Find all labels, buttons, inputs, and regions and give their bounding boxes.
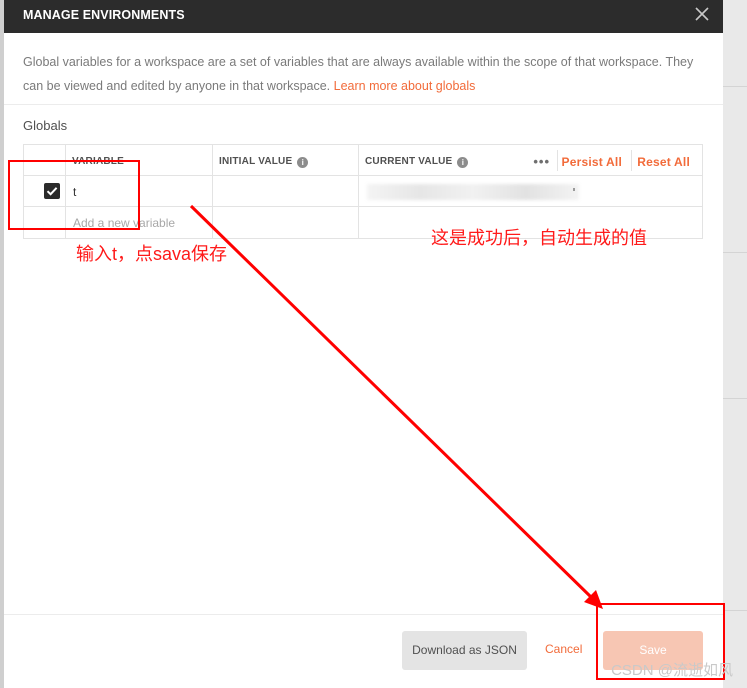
annotation-right-note: 这是成功后，自动生成的值 <box>431 228 647 248</box>
header-initial-value: INITIAL VALUE i <box>213 145 359 176</box>
new-initial-value-cell[interactable] <box>213 207 359 238</box>
redacted-current-value <box>367 184 579 200</box>
download-json-button[interactable]: Download as JSON <box>402 631 527 670</box>
header-current-value-label: CURRENT VALUE <box>365 156 453 167</box>
modal-title: MANAGE ENVIRONMENTS <box>23 8 185 22</box>
reset-all-button[interactable]: Reset All <box>637 155 690 169</box>
learn-more-link[interactable]: Learn more about globals <box>334 79 476 93</box>
info-icon[interactable]: i <box>297 157 309 168</box>
annotation-left-note: 输入t，点sava保存 <box>76 244 228 264</box>
globals-description: Global variables for a workspace are a s… <box>23 50 703 98</box>
section-title: Globals <box>23 118 68 133</box>
header-initial-value-label: INITIAL VALUE <box>219 156 293 167</box>
info-icon[interactable]: i <box>457 157 469 168</box>
watermark: CSDN @流逝如风 <box>611 662 733 679</box>
current-value-cell[interactable] <box>359 176 704 207</box>
divider <box>4 104 723 105</box>
divider <box>631 150 632 171</box>
manage-environments-modal: MANAGE ENVIRONMENTS Global variables for… <box>4 0 723 688</box>
initial-value-cell[interactable] <box>213 176 359 207</box>
header-current-value: CURRENT VALUE i ••• Persist All Reset All <box>359 145 704 176</box>
annotation-box-variable <box>8 160 140 230</box>
modal-header: MANAGE ENVIRONMENTS <box>4 0 723 33</box>
persist-all-button[interactable]: Persist All <box>562 155 622 169</box>
redacted-mark <box>573 188 575 191</box>
cancel-button[interactable]: Cancel <box>545 642 582 656</box>
background-app-right <box>723 0 747 688</box>
more-options-button[interactable]: ••• <box>533 154 550 169</box>
close-icon[interactable] <box>693 5 711 23</box>
divider <box>557 150 558 171</box>
